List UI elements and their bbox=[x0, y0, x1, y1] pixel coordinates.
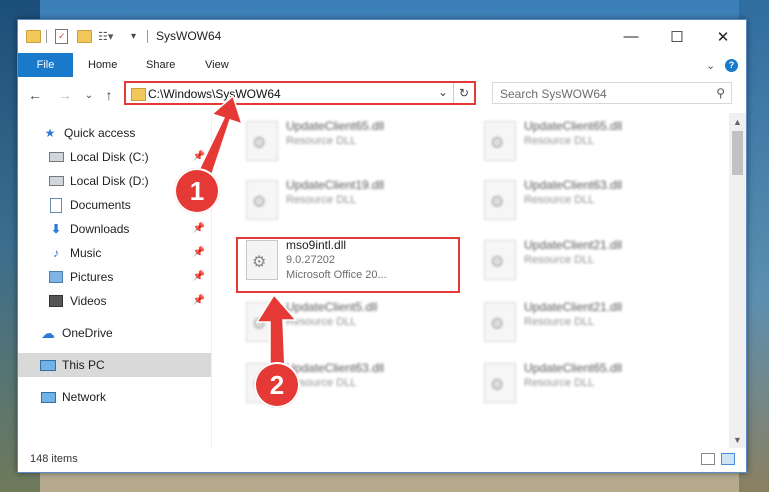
annotation-badge-2: 2 bbox=[254, 362, 300, 408]
annotation-badge-1: 1 bbox=[174, 168, 220, 214]
arrow-1 bbox=[194, 94, 244, 181]
annotation-arrows bbox=[194, 94, 298, 371]
arrow-2 bbox=[255, 293, 298, 371]
